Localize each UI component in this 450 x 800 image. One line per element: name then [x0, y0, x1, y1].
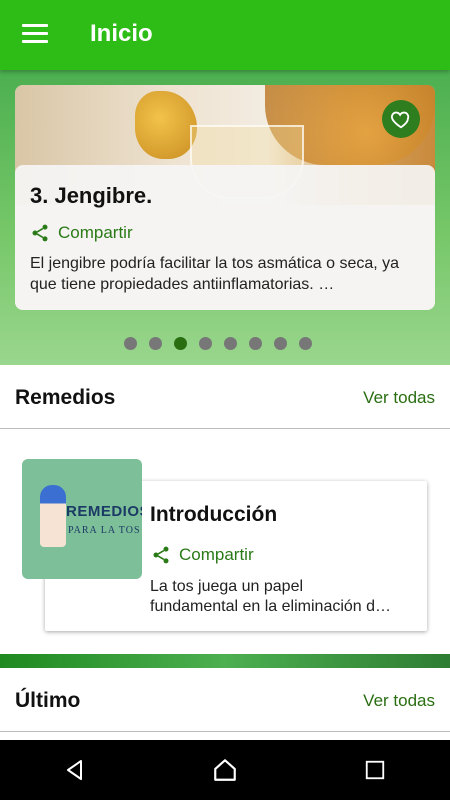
section-title-ultimo: Último — [15, 689, 81, 712]
app-bar: Inicio — [0, 0, 450, 70]
menu-icon[interactable] — [22, 24, 48, 46]
share-button[interactable]: Compartir — [30, 223, 133, 243]
item-description-line1: La tos juega un papel — [150, 578, 304, 595]
carousel-indicator — [124, 337, 312, 350]
item-description: La tos juega un papel fundamental en la … — [150, 577, 415, 617]
featured-card[interactable]: 3. Jengibre. Compartir El jengibre podrí… — [15, 85, 435, 310]
featured-description: El jengibre podría facilitar la tos asmá… — [30, 255, 400, 293]
item-title: Introducción — [150, 503, 278, 526]
home-icon[interactable] — [205, 750, 245, 790]
featured-info: 3. Jengibre. Compartir El jengibre podrí… — [15, 165, 435, 310]
featured-title: 3. Jengibre. — [30, 183, 153, 208]
remedios-header: Remedios Ver todas — [0, 366, 450, 429]
carousel-dot[interactable] — [224, 337, 237, 350]
carousel-dot[interactable] — [274, 337, 287, 350]
share-label: Compartir — [179, 545, 254, 564]
section-divider — [0, 654, 450, 668]
person-illustration — [40, 485, 66, 547]
share-icon — [153, 546, 169, 564]
recents-icon[interactable] — [355, 750, 395, 790]
heart-icon[interactable] — [382, 100, 420, 138]
carousel-dot[interactable] — [199, 337, 212, 350]
carousel-dot[interactable] — [149, 337, 162, 350]
page-title: Inicio — [90, 20, 153, 47]
system-nav-bar — [0, 740, 450, 800]
remedy-thumbnail[interactable]: REMEDIOS PARA LA TOS — [22, 459, 142, 579]
carousel-dot[interactable] — [299, 337, 312, 350]
thumbnail-title: REMEDIOS — [66, 503, 142, 520]
carousel-dot[interactable] — [124, 337, 137, 350]
ver-todas-remedios-link[interactable]: Ver todas — [363, 388, 435, 408]
featured-carousel[interactable]: 3. Jengibre. Compartir El jengibre podrí… — [0, 70, 450, 365]
ver-todas-ultimo-link[interactable]: Ver todas — [363, 691, 435, 711]
carousel-dot-active[interactable] — [174, 337, 187, 350]
carousel-dot[interactable] — [249, 337, 262, 350]
thumbnail-subtitle: PARA LA TOS — [68, 525, 141, 536]
section-title-remedios: Remedios — [15, 386, 116, 409]
ultimo-header: Último Ver todas — [0, 669, 450, 732]
back-icon[interactable] — [55, 750, 95, 790]
remedios-list: REMEDIOS PARA LA TOS Introducción Compar… — [0, 429, 450, 654]
share-label: Compartir — [58, 223, 133, 242]
share-icon — [32, 224, 48, 242]
share-button[interactable]: Compartir — [151, 545, 254, 565]
item-description-line2: fundamental en la eliminación d… — [150, 598, 392, 615]
